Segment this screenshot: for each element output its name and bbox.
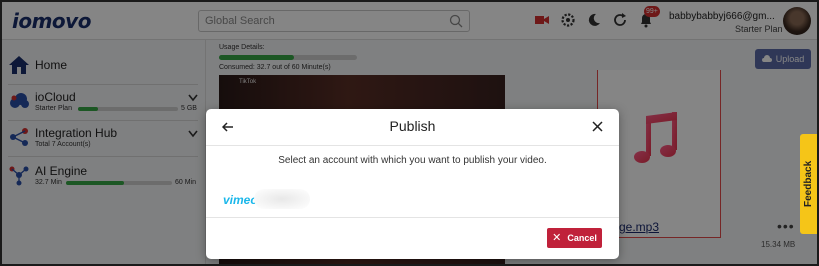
cancel-button[interactable]: ✕ Cancel <box>547 228 602 248</box>
vimeo-logo[interactable]: vimeo <box>223 193 258 207</box>
dialog-prompt: Select an account with which you want to… <box>278 155 547 166</box>
account-name-redacted[interactable] <box>254 189 310 209</box>
close-icon: ✕ <box>552 232 562 244</box>
dialog-divider <box>206 145 619 146</box>
feedback-label: Feedback <box>803 160 814 208</box>
dialog-divider <box>206 217 619 218</box>
feedback-tab[interactable]: Feedback <box>800 134 817 234</box>
publish-dialog: Publish Select an account with which you… <box>206 109 619 259</box>
app-window: iomovo Global Search 99+ babbybabbyj666@… <box>0 0 819 266</box>
dialog-title: Publish <box>389 118 436 134</box>
close-icon[interactable] <box>592 121 603 132</box>
cancel-label: Cancel <box>567 233 597 243</box>
